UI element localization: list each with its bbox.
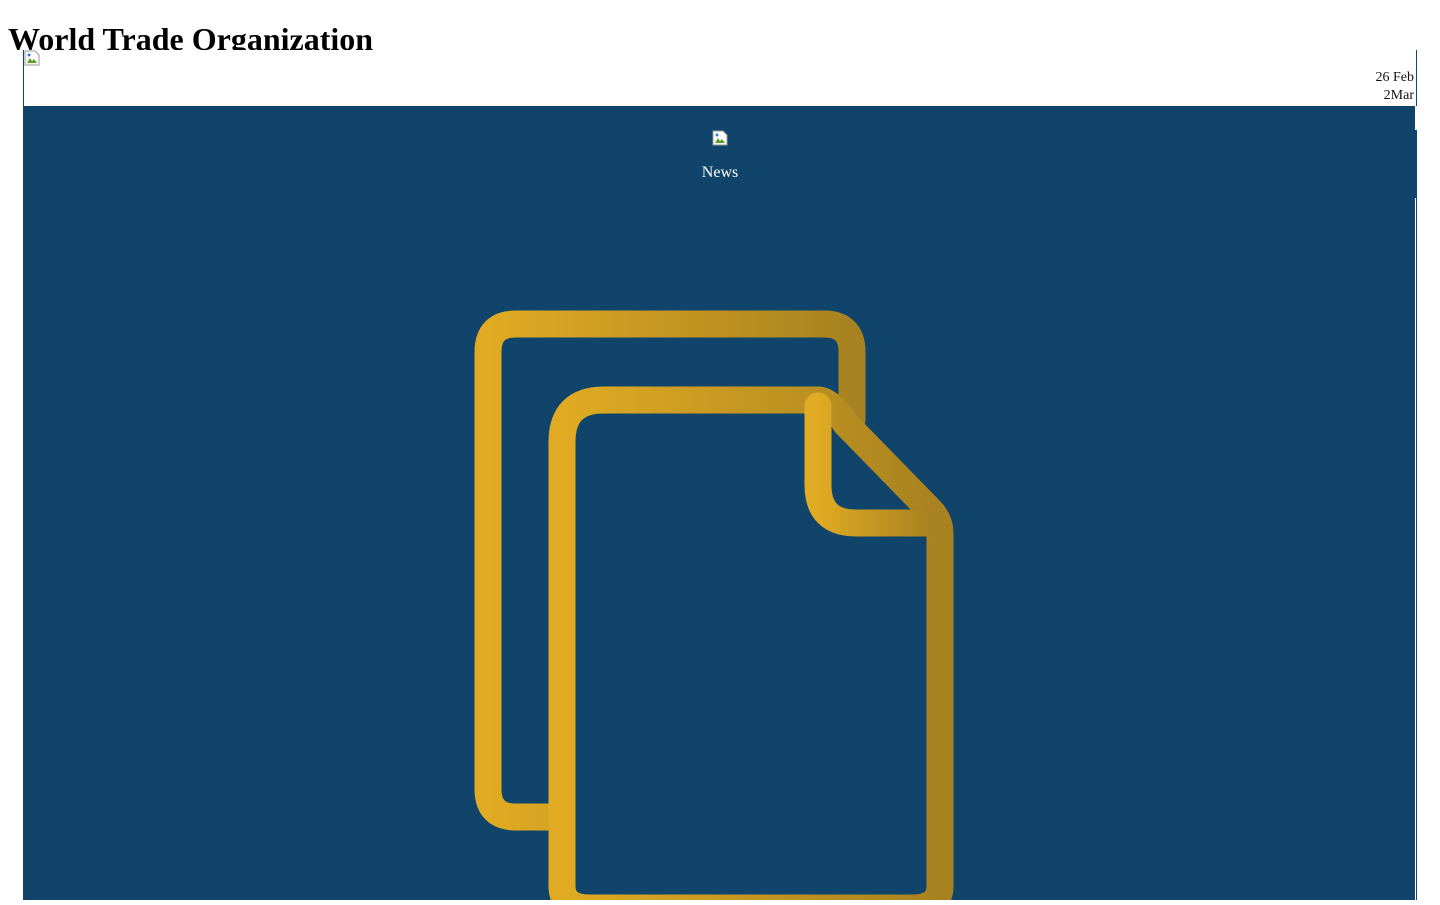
event-start-date: 26 Feb [1375, 70, 1415, 85]
event-end-date: 2Mar [1383, 88, 1414, 103]
section-label-news[interactable]: News [0, 164, 1440, 182]
event-header-strip [24, 50, 1416, 106]
event-dates: 26 Feb 2Mar [1376, 69, 1415, 105]
page-title: World Trade Organization [8, 21, 374, 50]
document-copy-icon [470, 305, 960, 905]
news-image-icon [712, 130, 728, 146]
panel-edge [1414, 106, 1417, 130]
logo-image-icon [24, 50, 40, 66]
